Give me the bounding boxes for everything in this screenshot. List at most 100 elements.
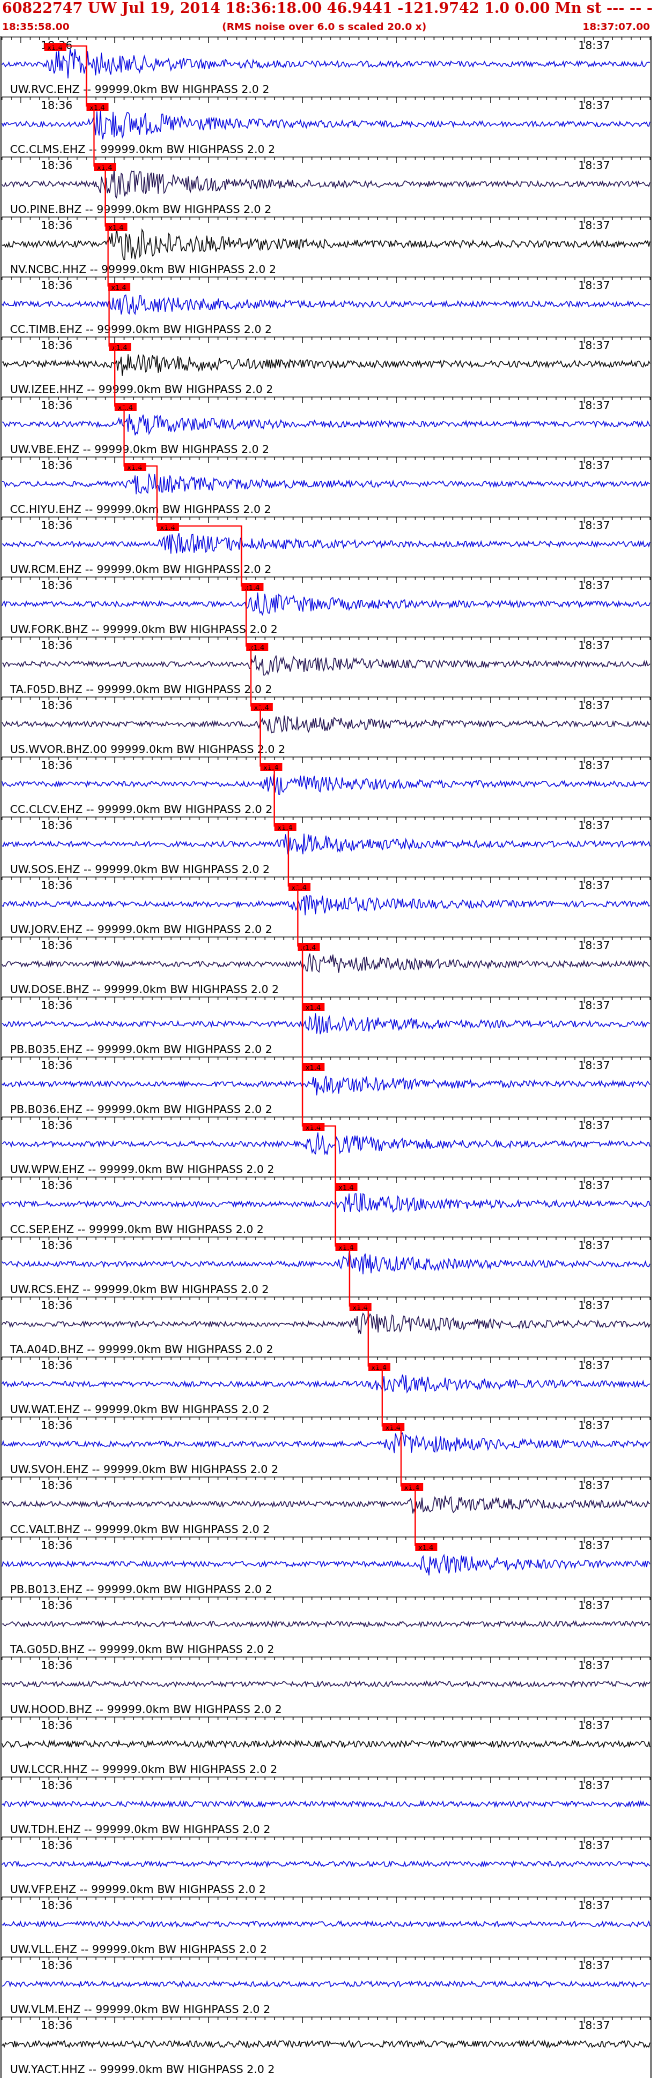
minute-label: 18:37 <box>578 639 610 652</box>
station-label: UW.VLL.EHZ -- 99999.0km BW HIGHPASS 2.0 … <box>10 1943 267 1956</box>
station-label: UW.SVOH.EHZ -- 99999.0km BW HIGHPASS 2.0… <box>10 1463 278 1476</box>
minute-label: 18:37 <box>578 159 610 172</box>
waveform-trace <box>1 1860 651 1869</box>
waveform-trace <box>1 1132 651 1156</box>
minute-label: 18:36 <box>41 1359 73 1372</box>
minute-label: 18:37 <box>578 2019 610 2032</box>
minute-label: 18:36 <box>41 1299 73 1312</box>
station-label: CC.TIMB.EHZ -- 99999.0km BW HIGHPASS 2.0… <box>10 323 272 336</box>
station-label: CC.CLMS.EHZ -- 99999.0km BW HIGHPASS 2.0… <box>10 143 275 156</box>
waveform-trace <box>1 1680 651 1688</box>
pick-label: x1.4 <box>404 1484 420 1492</box>
waveform-trace <box>1 473 651 495</box>
station-label: CC.HIYU.EHZ -- 99999.0km BW HIGHPASS 2.0… <box>10 503 271 516</box>
pick-label: x1.4 <box>244 584 260 592</box>
station-label: CC.CLCV.EHZ -- 99999.0km BW HIGHPASS 2.0… <box>10 803 272 816</box>
pick-label: x1.4 <box>371 1364 387 1372</box>
minute-label: 18:36 <box>41 699 73 712</box>
waveform-trace <box>1 1075 651 1096</box>
pick-label: x1.4 <box>306 1064 322 1072</box>
pick-label: x1.4 <box>338 1244 354 1252</box>
station-label: CC.VALT.BHZ -- 99999.0km BW HIGHPASS 2.0… <box>10 1523 270 1536</box>
minute-label: 18:36 <box>41 1959 73 1972</box>
minute-label: 18:37 <box>578 39 610 52</box>
minute-label: 18:36 <box>41 459 73 472</box>
pick-label: x1.4 <box>306 1004 322 1012</box>
station-label: NV.NCBC.HHZ -- 99999.0km BW HIGHPASS 2.0… <box>10 263 276 276</box>
minute-label: 18:36 <box>41 1719 73 1732</box>
station-label: UW.FORK.BHZ -- 99999.0km BW HIGHPASS 2.0… <box>10 623 278 636</box>
waveform-trace <box>1 1980 651 1988</box>
minute-label: 18:36 <box>41 1119 73 1132</box>
record-header: 60822747 UW Jul 19, 2014 18:36:18.00 46.… <box>0 0 652 38</box>
minute-label: 18:36 <box>41 999 73 1012</box>
station-label: UW.WAT.EHZ -- 99999.0km BW HIGHPASS 2.0 … <box>10 1403 270 1416</box>
waveform-trace <box>1 532 651 554</box>
minute-label: 18:36 <box>41 939 73 952</box>
waveform-trace <box>1 1374 651 1394</box>
station-label: UW.RCS.EHZ -- 99999.0km BW HIGHPASS 2.0 … <box>10 1283 269 1296</box>
waveform-trace <box>1 1013 651 1035</box>
minute-label: 18:37 <box>578 759 610 772</box>
station-label: UW.IZEE.HHZ -- 99999.0km BW HIGHPASS 2.0… <box>10 383 273 396</box>
pick-label: x1.4 <box>291 884 307 892</box>
waveform-trace <box>1 294 651 316</box>
station-label: UW.VFP.EHZ -- 99999.0km BW HIGHPASS 2.0 … <box>10 1883 266 1896</box>
waveform-trace <box>1 228 651 261</box>
waveform-trace <box>1 353 651 376</box>
window-start-time: 18:35:58.00 <box>2 22 70 33</box>
minute-label: 18:37 <box>578 1599 610 1612</box>
pick-label: x1.4 <box>118 404 134 412</box>
pick-label: x1.4 <box>263 764 279 772</box>
waveform-trace <box>1 592 651 617</box>
minute-label: 18:37 <box>578 219 610 232</box>
waveform-trace <box>1 1739 651 1749</box>
minute-label: 18:36 <box>41 519 73 532</box>
minute-label: 18:37 <box>578 1479 610 1492</box>
waveform-trace <box>1 1432 651 1454</box>
minute-label: 18:37 <box>578 399 610 412</box>
minute-label: 18:36 <box>41 279 73 292</box>
minute-label: 18:37 <box>578 999 610 1012</box>
pick-label: x1.4 <box>352 1304 368 1312</box>
minute-label: 18:37 <box>578 1419 610 1432</box>
station-label: TA.A04D.BHZ -- 99999.0km BW HIGHPASS 2.0… <box>9 1343 273 1356</box>
minute-label: 18:36 <box>41 1599 73 1612</box>
window-end-time: 18:37:07.00 <box>582 22 650 33</box>
waveform-trace <box>2 413 651 436</box>
pick-label: x1.4 <box>254 704 270 712</box>
minute-label: 18:37 <box>578 99 610 112</box>
waveform-trace <box>1 110 651 140</box>
waveform-trace <box>1 1620 651 1629</box>
minute-label: 18:36 <box>41 1179 73 1192</box>
waveform-trace <box>1 1799 651 1808</box>
waveform-trace <box>1 1553 651 1576</box>
minute-label: 18:37 <box>578 279 610 292</box>
minute-label: 18:37 <box>578 699 610 712</box>
station-label: UW.DOSE.BHZ -- 99999.0km BW HIGHPASS 2.0… <box>10 983 279 996</box>
minute-label: 18:36 <box>41 579 73 592</box>
minute-label: 18:36 <box>41 1779 73 1792</box>
waveform-trace <box>1 953 651 973</box>
minute-label: 18:36 <box>41 339 73 352</box>
waveform-trace <box>1 1495 650 1514</box>
station-label: US.WVOR.BHZ.00 99999.0km BW HIGHPASS 2.0… <box>10 743 285 756</box>
minute-label: 18:36 <box>41 879 73 892</box>
station-label: UW.WPW.EHZ -- 99999.0km BW HIGHPASS 2.0 … <box>10 1163 274 1176</box>
event-title: 60822747 UW Jul 19, 2014 18:36:18.00 46.… <box>2 0 652 17</box>
pick-label: x1.4 <box>277 824 293 832</box>
waveform-trace <box>1 715 651 734</box>
minute-label: 18:37 <box>578 459 610 472</box>
waveform-trace <box>1 774 650 795</box>
minute-label: 18:36 <box>41 1839 73 1852</box>
minute-label: 18:37 <box>578 819 610 832</box>
pick-label: x1.4 <box>90 104 106 112</box>
pick-label: x1.4 <box>127 464 143 472</box>
minute-label: 18:36 <box>41 759 73 772</box>
minute-label: 18:37 <box>578 1119 610 1132</box>
pick-label: x1.4 <box>418 1544 434 1552</box>
waveform-trace <box>1 1920 651 1928</box>
minute-label: 18:37 <box>578 939 610 952</box>
pick-label: x1.4 <box>108 224 124 232</box>
waveform-trace <box>1 1252 651 1275</box>
